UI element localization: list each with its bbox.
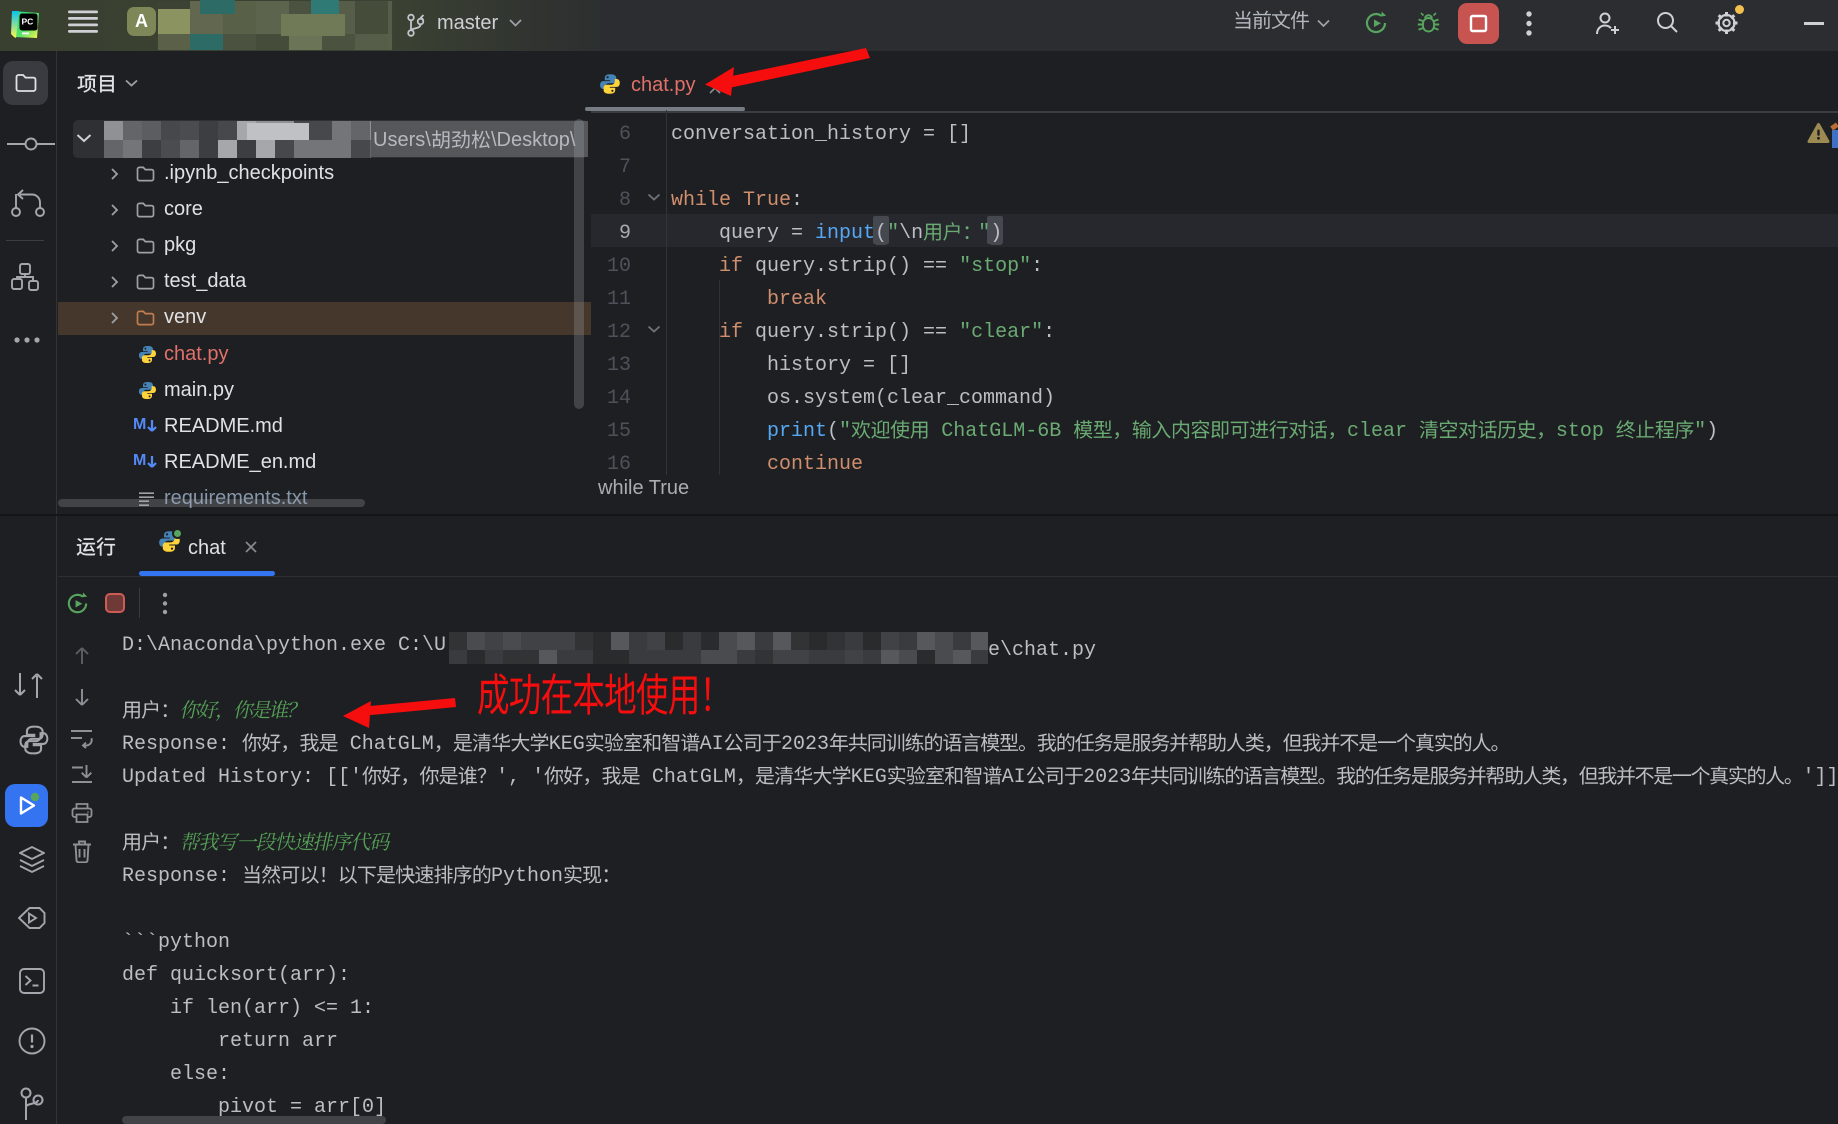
svg-text:PC: PC xyxy=(22,17,34,27)
